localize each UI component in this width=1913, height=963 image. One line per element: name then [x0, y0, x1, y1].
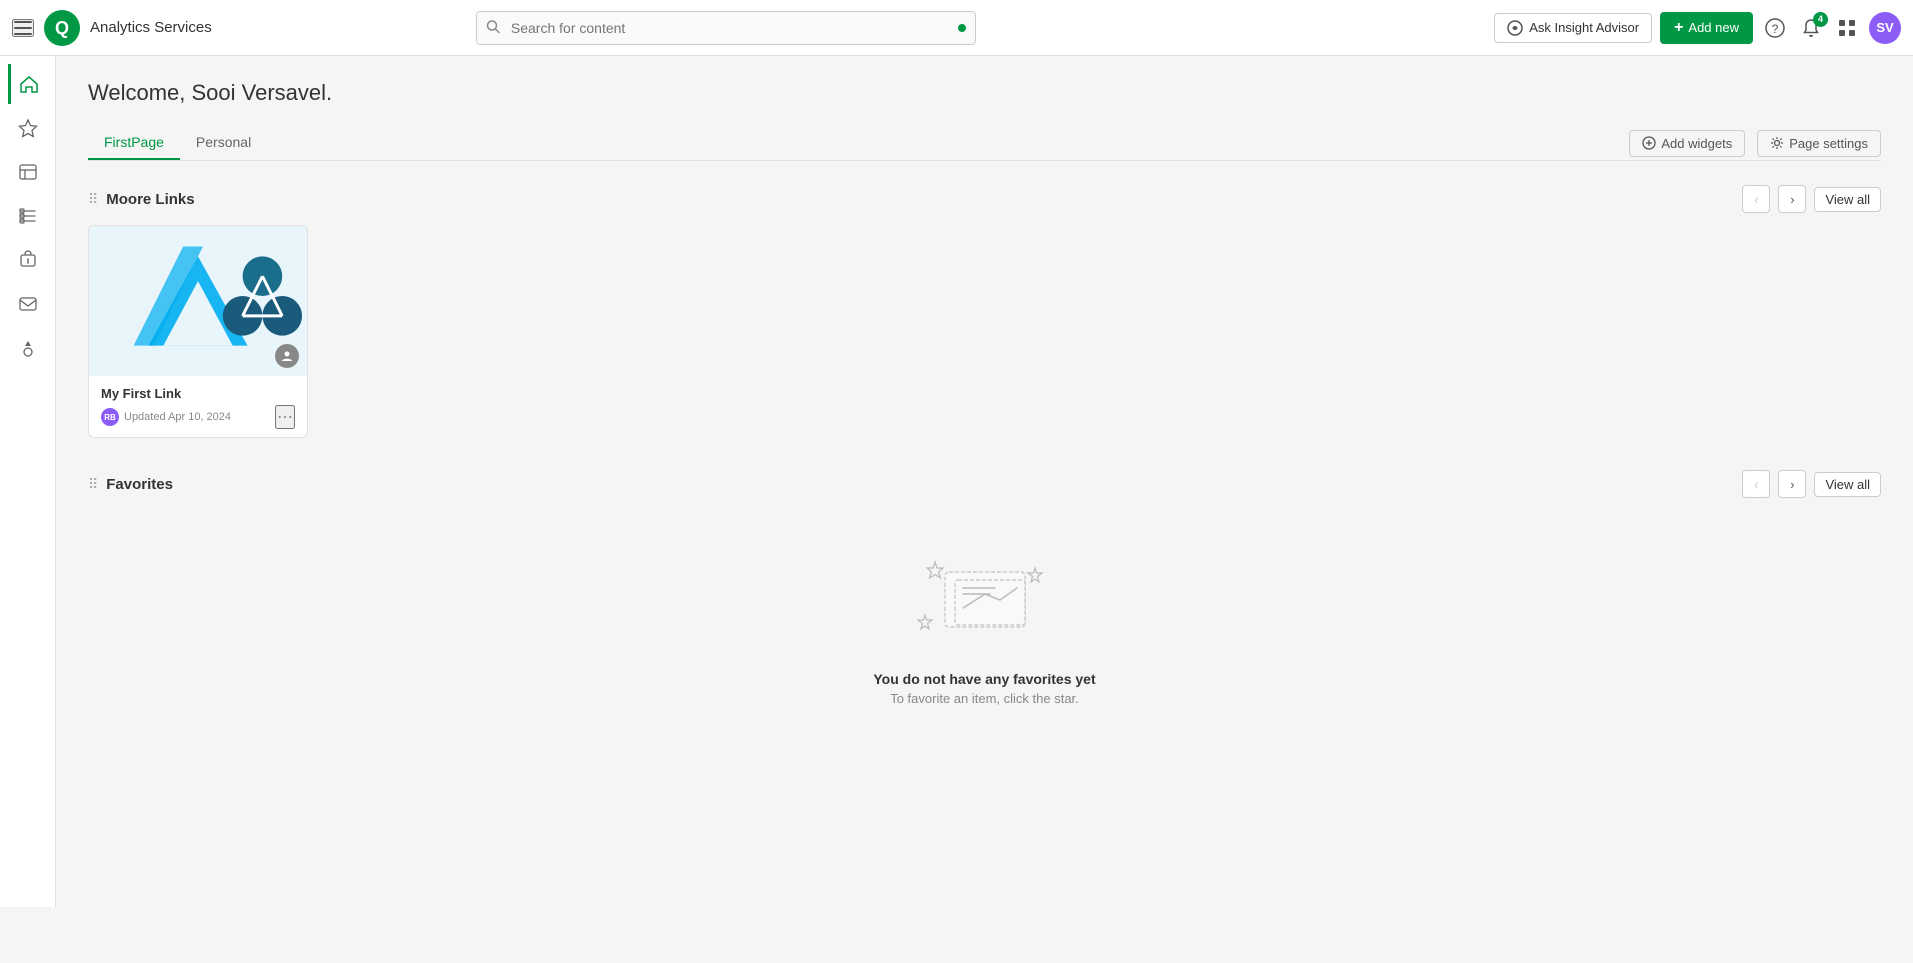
- add-icon: +: [1674, 19, 1683, 37]
- moore-links-section: ⠿ Moore Links ‹ › View all: [88, 185, 1881, 438]
- favorites-empty-sub: To favorite an item, click the star.: [890, 691, 1079, 706]
- sidebar-item-home[interactable]: [8, 64, 48, 104]
- card-meta: RB Updated Apr 10, 2024 ⋯: [101, 405, 295, 429]
- layout: Welcome, Sooi Versavel. FirstPage Person…: [0, 56, 1913, 907]
- favorites-empty-state: You do not have any favorites yet To fav…: [88, 510, 1881, 726]
- notifications-button[interactable]: 4: [1797, 14, 1825, 42]
- card-thumbnail: [89, 226, 307, 376]
- page-settings-label: Page settings: [1789, 136, 1868, 151]
- sidebar-item-collections[interactable]: [8, 196, 48, 236]
- favorites-illustration: [905, 550, 1065, 655]
- card-owner-initials: RB: [104, 413, 116, 422]
- favorites-empty-text: You do not have any favorites yet: [873, 671, 1095, 687]
- tab-firstpage[interactable]: FirstPage: [88, 126, 180, 160]
- card-title: My First Link: [101, 386, 295, 401]
- apps-button[interactable]: [1833, 14, 1861, 42]
- add-new-button[interactable]: + Add new: [1660, 12, 1753, 44]
- add-widgets-label: Add widgets: [1661, 136, 1732, 151]
- insight-advisor-button[interactable]: Ask Insight Advisor: [1494, 13, 1652, 43]
- card-meta-left: RB Updated Apr 10, 2024: [101, 408, 231, 426]
- card-owner-avatar: RB: [101, 408, 119, 426]
- search-status-dot: [958, 24, 966, 32]
- sidebar: [0, 56, 56, 907]
- card-updated-date: Updated Apr 10, 2024: [124, 411, 231, 423]
- favorites-nav: ‹ › View all: [1742, 470, 1881, 498]
- card-more-button[interactable]: ⋯: [275, 405, 295, 429]
- user-avatar[interactable]: SV: [1869, 12, 1901, 44]
- insight-advisor-label: Ask Insight Advisor: [1529, 20, 1639, 35]
- add-new-label: Add new: [1688, 20, 1739, 35]
- tab-personal[interactable]: Personal: [180, 126, 267, 160]
- sidebar-item-alerts[interactable]: [8, 240, 48, 280]
- moore-links-title: Moore Links: [106, 191, 1742, 208]
- sidebar-item-catalog[interactable]: [8, 152, 48, 192]
- favorites-drag-icon: ⠿: [88, 476, 98, 493]
- topnav-right: Ask Insight Advisor + Add new ? 4: [1494, 12, 1901, 44]
- svg-text:?: ?: [1772, 22, 1779, 36]
- svg-text:Q: Q: [55, 18, 69, 38]
- moore-links-prev-button[interactable]: ‹: [1742, 185, 1770, 213]
- sidebar-item-starred[interactable]: [8, 108, 48, 148]
- card-user-badge: [275, 344, 299, 368]
- topnav-left: Q Analytics Services: [12, 10, 212, 46]
- favorites-next-button[interactable]: ›: [1778, 470, 1806, 498]
- card-body: My First Link RB Updated Apr 10, 2024 ⋯: [89, 376, 307, 437]
- search-input[interactable]: [476, 11, 976, 45]
- help-button[interactable]: ?: [1761, 14, 1789, 42]
- search-bar: [476, 11, 976, 45]
- qlik-logo: Q: [44, 10, 80, 46]
- app-title: Analytics Services: [90, 19, 212, 36]
- moore-links-nav: ‹ › View all: [1742, 185, 1881, 213]
- sidebar-item-subscriptions[interactable]: [8, 284, 48, 324]
- search-icon: [486, 19, 500, 36]
- notification-badge: 4: [1813, 12, 1828, 27]
- main-content: Welcome, Sooi Versavel. FirstPage Person…: [56, 56, 1913, 907]
- moore-links-cards: My First Link RB Updated Apr 10, 2024 ⋯: [88, 225, 1881, 438]
- card-my-first-link[interactable]: My First Link RB Updated Apr 10, 2024 ⋯: [88, 225, 308, 438]
- favorites-section: ⠿ Favorites ‹ › View all: [88, 470, 1881, 726]
- moore-links-next-button[interactable]: ›: [1778, 185, 1806, 213]
- favorites-title: Favorites: [106, 476, 1742, 493]
- topnav: Q Analytics Services Ask Insight Advisor…: [0, 0, 1913, 56]
- add-widgets-button[interactable]: Add widgets: [1629, 130, 1745, 157]
- welcome-title: Welcome, Sooi Versavel.: [88, 80, 1881, 106]
- page-settings-button[interactable]: Page settings: [1757, 130, 1881, 157]
- favorites-prev-button[interactable]: ‹: [1742, 470, 1770, 498]
- sidebar-item-automations[interactable]: [8, 328, 48, 368]
- drag-icon: ⠿: [88, 191, 98, 208]
- favorites-view-all[interactable]: View all: [1814, 472, 1881, 497]
- moore-links-view-all[interactable]: View all: [1814, 187, 1881, 212]
- moore-links-header: ⠿ Moore Links ‹ › View all: [88, 185, 1881, 213]
- hamburger-menu[interactable]: [12, 19, 34, 37]
- tab-actions: Add widgets Page settings: [1629, 130, 1881, 157]
- favorites-header: ⠿ Favorites ‹ › View all: [88, 470, 1881, 498]
- tabs-row: FirstPage Personal Add widgets: [88, 126, 1881, 161]
